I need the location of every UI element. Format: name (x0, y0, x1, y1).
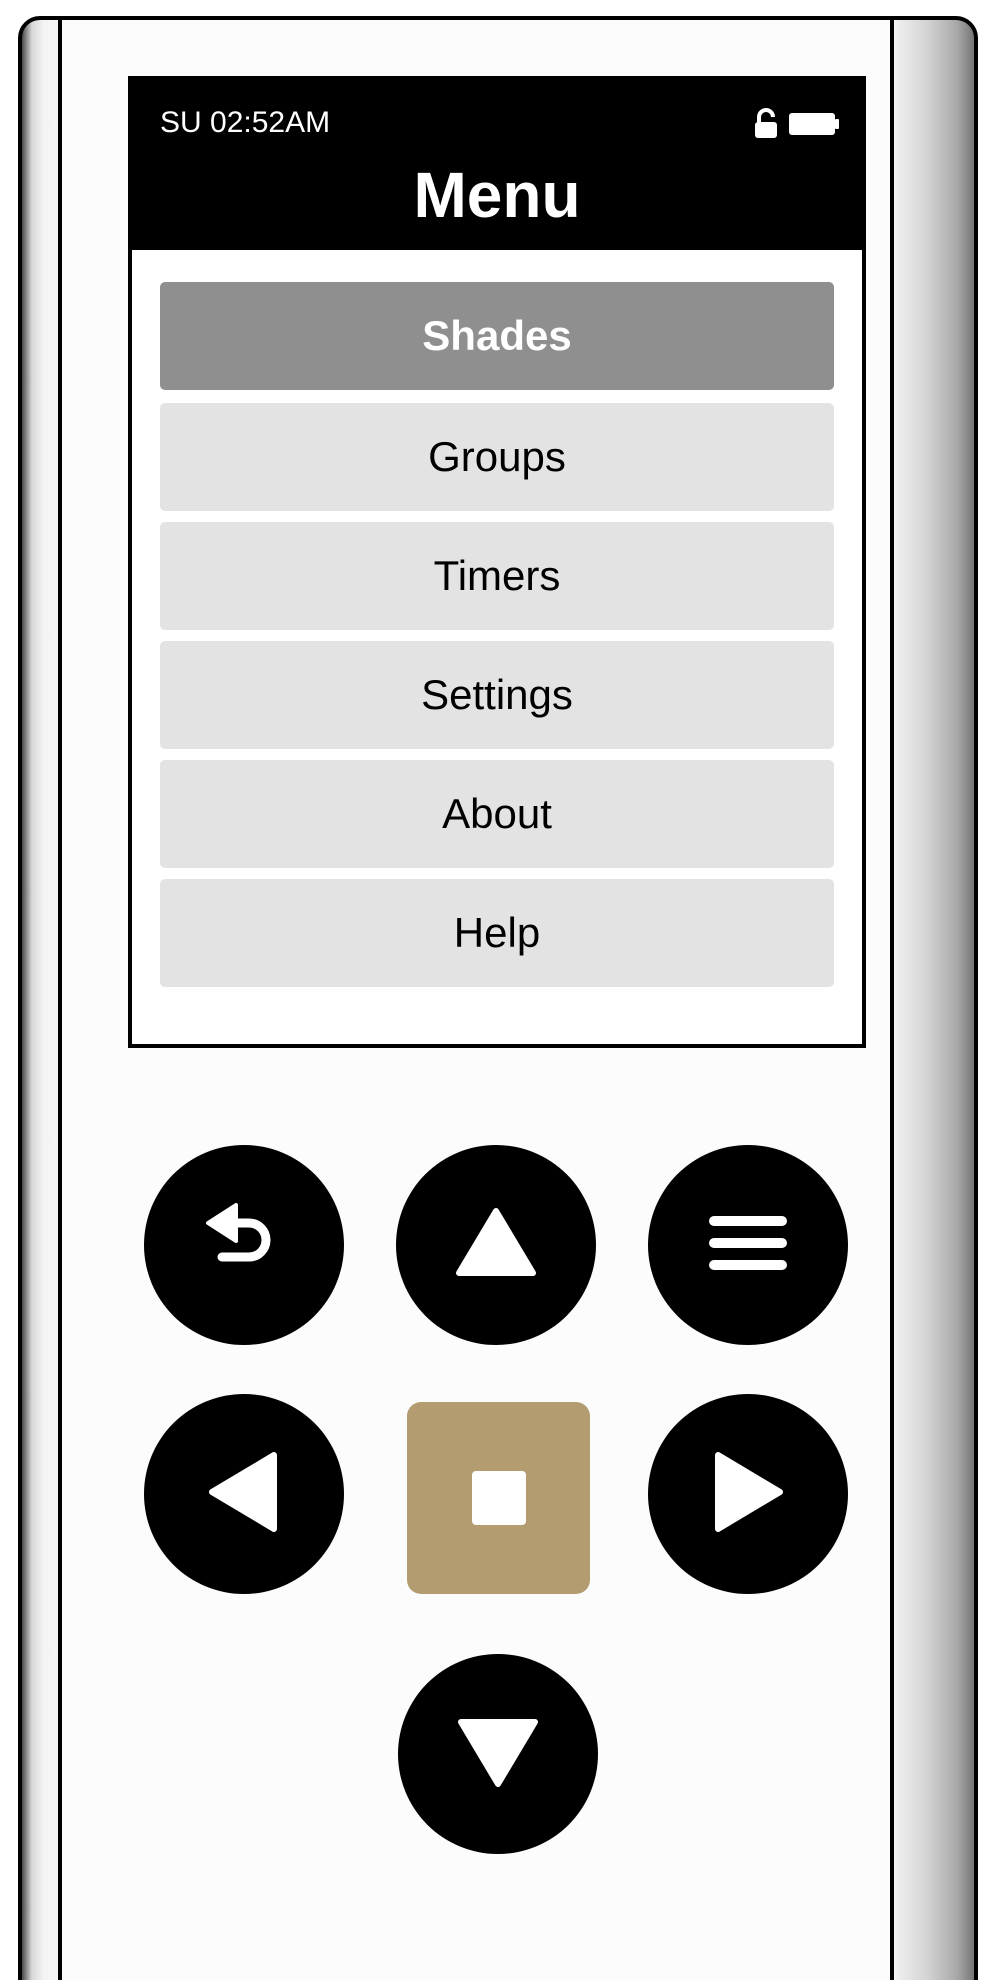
display-screen: SU 02:52AM Menu Shades Groups Timers Set… (128, 76, 866, 1048)
menu-list: Shades Groups Timers Settings About Help (160, 282, 834, 998)
down-button[interactable] (398, 1654, 598, 1854)
page-title: Menu (413, 159, 581, 231)
device-edge-right (890, 20, 894, 1980)
status-time: SU 02:52AM (160, 106, 331, 139)
battery-icon (788, 110, 840, 143)
status-icons (754, 108, 840, 145)
stop-button[interactable] (407, 1402, 590, 1594)
up-button[interactable] (396, 1145, 596, 1345)
menu-item-help[interactable]: Help (160, 879, 834, 987)
back-icon (194, 1193, 294, 1298)
device-edge-left (58, 20, 62, 1980)
right-button[interactable] (648, 1394, 848, 1594)
up-arrow-icon (451, 1203, 541, 1288)
menu-item-groups[interactable]: Groups (160, 403, 834, 511)
stop-icon (471, 1471, 526, 1525)
down-arrow-icon (453, 1712, 543, 1797)
right-arrow-icon (708, 1447, 788, 1542)
menu-button[interactable] (648, 1145, 848, 1345)
menu-item-about[interactable]: About (160, 760, 834, 868)
left-button[interactable] (144, 1394, 344, 1594)
back-button[interactable] (144, 1145, 344, 1345)
menu-item-settings[interactable]: Settings (160, 641, 834, 749)
left-arrow-icon (204, 1447, 284, 1542)
menu-item-timers[interactable]: Timers (160, 522, 834, 630)
screen-header: SU 02:52AM Menu (132, 80, 862, 250)
menu-icon (703, 1208, 793, 1283)
unlock-icon (754, 108, 778, 145)
menu-item-shades[interactable]: Shades (160, 282, 834, 390)
